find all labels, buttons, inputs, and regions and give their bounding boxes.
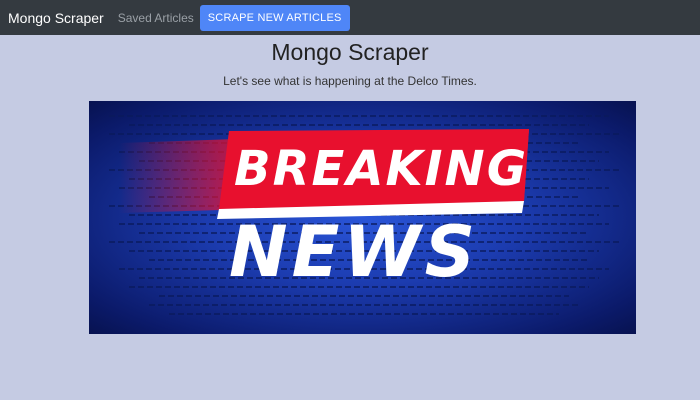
saved-articles-link[interactable]: Saved Articles bbox=[118, 11, 194, 25]
page-subtitle: Let's see what is happening at the Delco… bbox=[223, 74, 477, 88]
breaking-news-banner-image: BREAKING NEWS bbox=[89, 101, 636, 334]
banner-breaking-text: BREAKING bbox=[234, 141, 529, 197]
scrape-new-articles-button[interactable]: SCRAPE NEW ARTICLES bbox=[199, 4, 350, 31]
banner-news-text: NEWS bbox=[229, 211, 480, 293]
main-content: Mongo Scraper Let's see what is happenin… bbox=[0, 35, 700, 400]
page-title: Mongo Scraper bbox=[271, 39, 429, 65]
brand-link[interactable]: Mongo Scraper bbox=[8, 10, 104, 26]
top-navbar: Mongo Scraper Saved Articles SCRAPE NEW … bbox=[0, 0, 700, 35]
